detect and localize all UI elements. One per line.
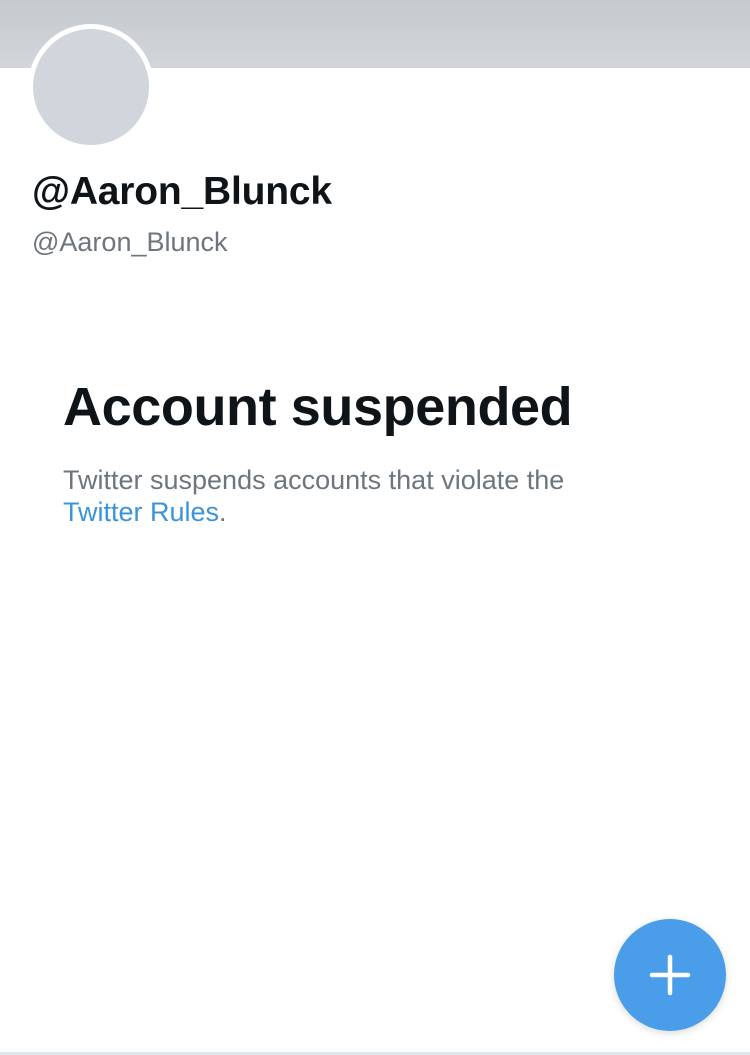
- avatar-ring: [28, 24, 154, 150]
- profile-handle: @Aaron_Blunck: [32, 227, 228, 257]
- suspended-message-text: Twitter suspends accounts that violate t…: [63, 465, 565, 495]
- profile-page: @Aaron_Blunck @Aaron_Blunck Account susp…: [0, 0, 750, 1055]
- compose-button[interactable]: [614, 919, 726, 1031]
- plus-icon: [649, 954, 691, 996]
- avatar[interactable]: [33, 29, 149, 145]
- profile-display-name: @Aaron_Blunck: [32, 170, 332, 213]
- suspended-message-period: .: [219, 497, 227, 527]
- twitter-rules-link[interactable]: Twitter Rules: [63, 497, 219, 527]
- suspended-message: Twitter suspends accounts that violate t…: [63, 464, 663, 528]
- suspended-title: Account suspended: [63, 377, 573, 437]
